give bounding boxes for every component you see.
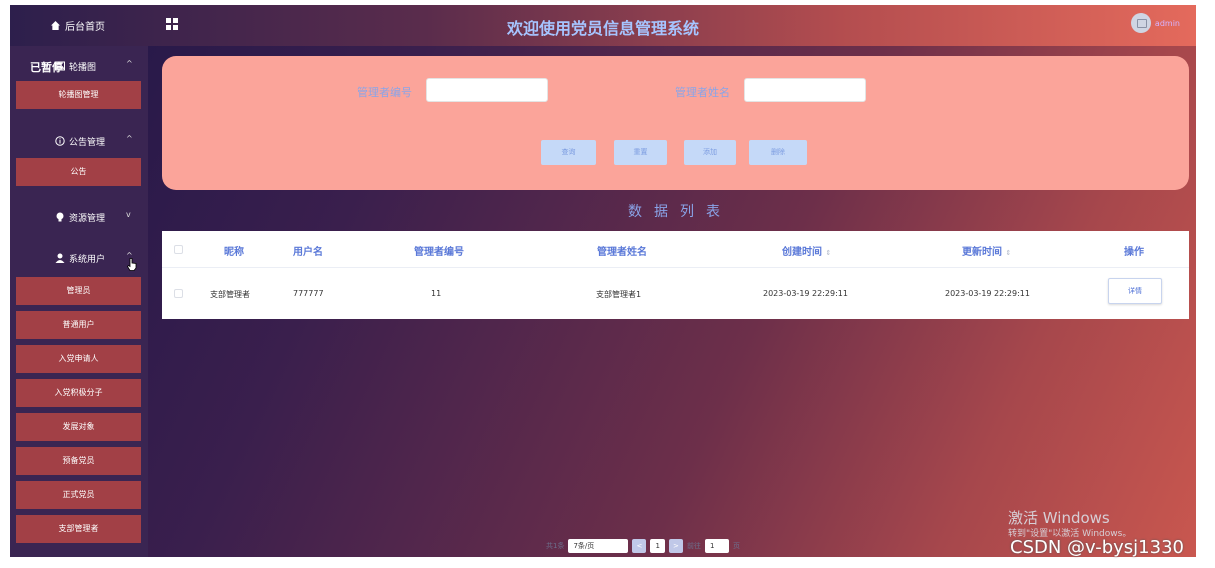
goto-prefix: 前往 <box>686 542 701 550</box>
sidebar-item-probationary[interactable]: 预备党员 <box>16 447 141 475</box>
current-page[interactable]: 1 <box>650 539 665 553</box>
row-divider <box>162 267 1189 268</box>
search-panel: 管理者编号 管理者姓名 查询 重置 添加 删除 <box>162 56 1189 190</box>
sidebar-item-carousel[interactable]: 轮播图管理 <box>16 81 141 109</box>
next-page-button[interactable]: > <box>668 539 683 553</box>
sidebar-item-notice[interactable]: 公告 <box>16 158 141 186</box>
sort-icon[interactable]: ⇕ <box>1005 249 1011 257</box>
header-updated-label: 更新时间 <box>962 247 1002 258</box>
avatar[interactable] <box>1130 13 1151 33</box>
goto-suffix: 页 <box>732 542 740 550</box>
user-icon <box>55 253 65 263</box>
header-created[interactable]: 创建时间 ⇕ <box>782 243 831 258</box>
page-size-select[interactable]: 7条/页 <box>568 539 629 553</box>
cell-created: 2023-03-19 22:29:11 <box>763 289 848 298</box>
pagination-total: 共1条 <box>546 542 565 550</box>
sidebar-item-development[interactable]: 发展对象 <box>16 413 141 441</box>
admin-name-label: 管理者姓名 <box>675 86 730 99</box>
cell-admin-name: 支部管理者1 <box>596 290 642 299</box>
delete-button[interactable]: 删除 <box>749 140 807 165</box>
sidebar: 轮播图 ^ 轮播图管理 公告管理 ^ 公告 资源管理 v 系统用户 ^ 管理员 … <box>10 46 148 557</box>
admin-name-input[interactable] <box>744 78 866 102</box>
header-nickname: 昵称 <box>224 247 244 258</box>
username: admin <box>1154 18 1180 28</box>
sidebar-item-formal[interactable]: 正式党员 <box>16 481 141 509</box>
header-admin-no: 管理者编号 <box>414 247 464 258</box>
user-menu[interactable]: admin <box>1130 13 1180 33</box>
goto-page-input[interactable]: 1 <box>704 539 729 553</box>
windows-activation-title: 激活 Windows <box>1008 509 1110 527</box>
chevron-up-icon: ^ <box>126 59 133 68</box>
sort-icon[interactable]: ⇕ <box>825 249 831 257</box>
cell-admin-no: 11 <box>431 289 442 298</box>
cell-nickname: 支部管理者 <box>210 290 250 299</box>
app-window: 后台首页 欢迎使用党员信息管理系统 admin 轮播图 ^ 轮播图管理 公告管理… <box>10 5 1196 557</box>
pointer-cursor-icon <box>127 258 137 271</box>
prev-page-button[interactable]: < <box>632 539 647 553</box>
detail-button[interactable]: 详情 <box>1108 278 1162 304</box>
cell-username: 777777 <box>293 289 324 298</box>
list-title: 数据列表 <box>628 204 732 220</box>
select-all-checkbox[interactable] <box>174 245 183 254</box>
info-circle-icon <box>55 136 65 146</box>
reset-button[interactable]: 重置 <box>614 140 667 165</box>
header-updated[interactable]: 更新时间 ⇕ <box>962 243 1011 258</box>
sidebar-menu-notice[interactable]: 公告管理 ^ <box>10 131 148 151</box>
row-checkbox[interactable] <box>174 289 183 298</box>
sidebar-item-normal-user[interactable]: 普通用户 <box>16 311 141 339</box>
chevron-up-icon: ^ <box>126 134 133 143</box>
sidebar-item-branch-admin[interactable]: 支部管理者 <box>16 515 141 543</box>
header-username: 用户名 <box>293 247 323 258</box>
add-button[interactable]: 添加 <box>684 140 736 165</box>
sidebar-menu-label: 轮播图 <box>69 63 97 73</box>
sidebar-item-applicant[interactable]: 入党申请人 <box>16 345 141 373</box>
sidebar-menu-label: 公告管理 <box>69 138 106 148</box>
paused-overlay-text: 已暂停 <box>30 61 63 74</box>
data-table: 昵称 用户名 管理者编号 管理者姓名 创建时间 ⇕ 更新时间 ⇕ 操作 支部管理… <box>162 231 1189 319</box>
sidebar-item-admin[interactable]: 管理员 <box>16 277 141 305</box>
query-button[interactable]: 查询 <box>541 140 596 165</box>
admin-no-input[interactable] <box>426 78 548 102</box>
header-admin-name: 管理者姓名 <box>597 247 647 258</box>
cell-updated: 2023-03-19 22:29:11 <box>945 289 1030 298</box>
top-header: 后台首页 欢迎使用党员信息管理系统 admin <box>10 5 1196 46</box>
csdn-watermark: CSDN @v-bysj1330 <box>1010 537 1184 558</box>
pagination: 共1条 7条/页 < 1 > 前往 1 页 <box>546 538 740 554</box>
sidebar-item-activist[interactable]: 入党积极分子 <box>16 379 141 407</box>
admin-no-label: 管理者编号 <box>357 86 412 99</box>
header-created-label: 创建时间 <box>782 247 822 258</box>
page-title: 欢迎使用党员信息管理系统 <box>506 19 699 38</box>
header-action: 操作 <box>1124 247 1144 258</box>
sidebar-menu-label: 系统用户 <box>69 255 106 265</box>
